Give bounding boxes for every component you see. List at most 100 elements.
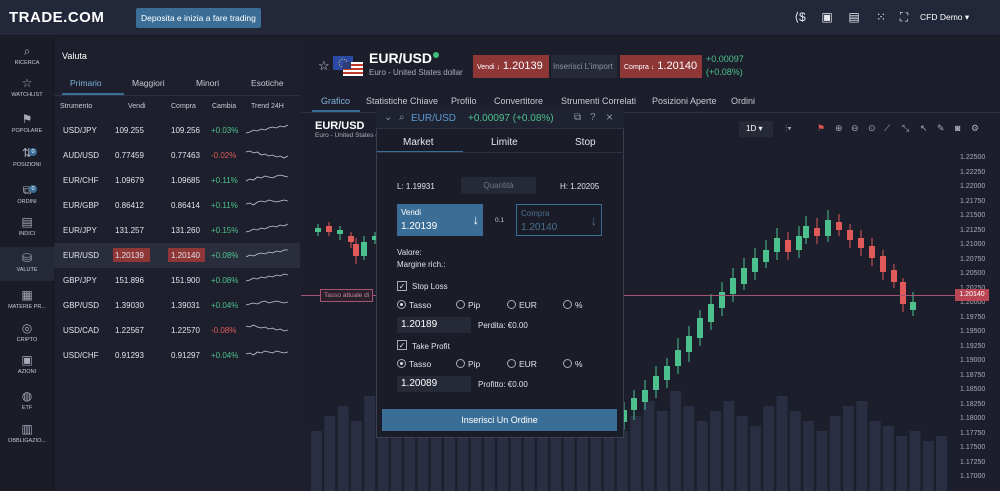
nav-item[interactable]: ⧉ ORDINI 0 (0, 179, 54, 213)
layout-icon[interactable]: ▣ (819, 10, 835, 24)
col-header-change: Cambia (212, 103, 237, 110)
crosshair-icon[interactable]: ⊙ (868, 123, 876, 134)
nav-item[interactable]: ⚑ POPOLARE (0, 108, 54, 142)
candle (642, 390, 648, 402)
nav-item[interactable]: ▣ AZIONI (0, 349, 54, 383)
tp-radio-percent[interactable] (563, 359, 572, 368)
logo[interactable]: TRADE.COM (9, 9, 104, 26)
draw-icon[interactable]: ⤡ (902, 123, 909, 134)
candle (337, 230, 343, 234)
watchlist-row[interactable]: USD/JPY 109.255 109.256 +0.03% (54, 118, 300, 143)
sell-price: 131.257 (115, 226, 144, 235)
tab-stop[interactable]: Stop (575, 137, 596, 148)
change-percent: -0.08% (211, 326, 237, 335)
zoom-out-icon[interactable]: ⊖ (851, 123, 859, 134)
deposit-button[interactable]: Deposita e inizia a fare trading (136, 8, 261, 28)
crypto-icon: ◎ (21, 321, 33, 335)
candle (763, 250, 769, 262)
camera-icon[interactable]: ◙ (955, 123, 960, 133)
tab-grafico[interactable]: Grafico (321, 96, 350, 106)
tp-radio-pip[interactable] (456, 359, 465, 368)
apps-grid-icon[interactable]: ⁙ (873, 10, 889, 24)
tab-primario[interactable]: Primario (70, 78, 102, 88)
trend-line-icon[interactable]: ⟋ (884, 123, 890, 134)
watchlist-row[interactable]: GBP/JPY 151.896 151.900 +0.08% (54, 268, 300, 293)
panel-title: Valuta (62, 51, 87, 61)
header-buy-button[interactable]: Compra ↓ 1.20140 (620, 55, 702, 78)
buy-price: 0.91297 (171, 351, 200, 360)
volume-bar (656, 411, 668, 491)
timeframe-select[interactable]: 1D ▾ (739, 121, 773, 137)
sl-radio-percent[interactable] (563, 300, 572, 309)
place-order-button[interactable]: Inserisci Un Ordine (382, 409, 617, 431)
volume-bar (896, 436, 908, 491)
watchlist-row[interactable]: GBP/USD 1.39030 1.39031 +0.04% (54, 293, 300, 318)
take-profit-checkbox[interactable]: ✓ (397, 340, 407, 350)
watchlist-row[interactable]: EUR/CHF 1.09679 1.09685 +0.11% (54, 168, 300, 193)
take-profit-input[interactable]: 1.20089 (397, 376, 471, 392)
nav-item[interactable]: ▤ INDICI (0, 211, 54, 245)
tp-radio-tasso[interactable] (397, 359, 406, 368)
account-selector[interactable]: CFD Demo ▾ (920, 12, 969, 23)
sell-button[interactable]: Vendi 1.20139 ↓ (397, 204, 483, 236)
cursor-icon[interactable]: ↖ (920, 123, 928, 134)
tab-market[interactable]: Market (403, 137, 434, 148)
fullscreen-icon[interactable]: ⛶ (896, 10, 912, 24)
buy-button[interactable]: Compra 1.20140 ↓ (516, 204, 602, 236)
nav-item[interactable]: ⇅ POSIZIONI 0 (0, 142, 54, 176)
sl-radio-tasso[interactable] (397, 300, 406, 309)
nav-item[interactable]: ☆ WATCHLIST (0, 72, 54, 106)
favorite-star-icon[interactable]: ☆ (318, 58, 330, 74)
currency-switch-icon[interactable]: ⟨$ (792, 10, 808, 24)
watchlist-row[interactable]: EUR/USD 1.20139 1.20140 +0.08% (54, 243, 300, 268)
tab-esotiche[interactable]: Esotiche (251, 78, 284, 88)
chat-icon[interactable]: ▤ (846, 10, 862, 24)
tab-limite[interactable]: Limite (491, 137, 518, 148)
watchlist-row[interactable]: AUD/USD 0.77459 0.77463 -0.02% (54, 143, 300, 168)
order-change: +0.00097 (+0.08%) (468, 113, 554, 124)
watchlist-row[interactable]: USD/CAD 1.22567 1.22570 -0.08% (54, 318, 300, 343)
alert-icon[interactable]: ⚑ (817, 123, 825, 134)
tab-convertitore[interactable]: Convertitore (494, 96, 543, 106)
tab-ordini[interactable]: Ordini (731, 96, 755, 106)
stop-loss-checkbox[interactable]: ✓ (397, 281, 407, 291)
nav-item[interactable]: ◎ CRIPTO (0, 317, 54, 351)
nav-item[interactable]: ⌕ RICERCA (0, 40, 54, 74)
tp-radio-eur[interactable] (507, 359, 516, 368)
tab-statistiche[interactable]: Statistiche Chiave (366, 96, 438, 106)
nav-item[interactable]: ◍ ETF (0, 385, 54, 419)
stop-loss-input[interactable]: 1.20189 (397, 317, 471, 333)
nav-item[interactable]: ▥ OBBLIGAZIO... (0, 418, 54, 452)
watchlist-row[interactable]: EUR/GBP 0.86412 0.86414 +0.11% (54, 193, 300, 218)
tab-profilo[interactable]: Profilo (451, 96, 477, 106)
col-header-buy: Compra (171, 103, 196, 110)
header-sell-button[interactable]: Vendi ↓ 1.20139 (473, 55, 549, 78)
close-icon[interactable]: × (606, 110, 613, 124)
tab-maggiori[interactable]: Maggiori (132, 78, 165, 88)
collapse-icon[interactable]: ⌄ (384, 112, 392, 123)
copy-icon[interactable]: ⧉ (574, 112, 581, 123)
indicator-icon[interactable]: ⫶▾ (785, 123, 792, 134)
nav-item[interactable]: ⛁ VALUTE (0, 247, 54, 281)
tab-posizioni-aperte[interactable]: Posizioni Aperte (652, 96, 717, 106)
tab-strumenti-correlati[interactable]: Strumenti Correlati (561, 96, 636, 106)
help-icon[interactable]: ? (590, 112, 596, 123)
settings-icon[interactable]: ⚙ (971, 123, 979, 134)
chart-title: EUR/USD (315, 120, 365, 132)
sell-price: 1.39030 (115, 301, 144, 310)
amount-input[interactable]: Inserisci L'import (551, 55, 617, 78)
order-symbol[interactable]: EUR/USD (411, 113, 456, 124)
sl-radio-pip[interactable] (456, 300, 465, 309)
nav-item-label: AZIONI (17, 369, 37, 375)
zoom-in-icon[interactable]: ⊕ (835, 123, 843, 134)
buy-price: 0.86414 (171, 201, 200, 210)
y-tick-label: 1.20500 (960, 270, 986, 277)
eraser-icon[interactable]: ✎ (937, 123, 945, 134)
watchlist-row[interactable]: EUR/JPY 131.257 131.260 +0.15% (54, 218, 300, 243)
sl-radio-eur[interactable] (507, 300, 516, 309)
nav-item[interactable]: ▦ MATERIE PR... (0, 284, 54, 318)
watchlist-row[interactable]: USD/CHF 0.91293 0.91297 +0.04% (54, 343, 300, 368)
tab-minori[interactable]: Minori (196, 78, 219, 88)
search-icon[interactable]: ⌕ (399, 112, 405, 123)
quantity-input[interactable]: Quantità (461, 177, 536, 194)
